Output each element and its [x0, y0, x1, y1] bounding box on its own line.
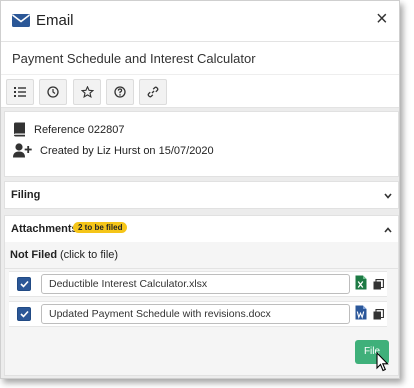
attachments-section-header[interactable]: Attachments 2 to be filed	[4, 215, 399, 243]
created-row: Created by Liz Hurst on 15/07/2020	[13, 143, 214, 158]
link-button[interactable]	[139, 79, 167, 105]
email-subject: Payment Schedule and Interest Calculator	[1, 42, 399, 74]
chevron-up-icon	[384, 224, 392, 236]
attachment-row: Deductible Interest Calculator.xlsx	[9, 271, 387, 297]
attachment-name[interactable]: Updated Payment Schedule with revisions.…	[41, 304, 350, 324]
list-icon	[14, 87, 26, 97]
attachment-checkbox[interactable]	[17, 277, 31, 291]
link-icon	[147, 86, 159, 98]
not-filed-hint: (click to file)	[60, 249, 119, 261]
list-button[interactable]	[6, 79, 34, 105]
copy-icon[interactable]	[373, 307, 384, 325]
favourite-button[interactable]	[73, 79, 101, 105]
star-icon	[80, 86, 94, 98]
attachment-row: Updated Payment Schedule with revisions.…	[9, 301, 387, 327]
checkmark-icon	[19, 280, 29, 288]
attachment-checkbox[interactable]	[17, 307, 31, 321]
mouse-pointer-icon	[376, 351, 389, 377]
clock-icon	[47, 86, 59, 98]
attachments-body: Not Filed (click to file) Deductible Int…	[4, 242, 399, 376]
to-be-filed-badge: 2 to be filed	[73, 222, 128, 233]
excel-file-icon	[355, 275, 367, 295]
not-filed-header[interactable]: Not Filed (click to file)	[5, 242, 398, 269]
close-button[interactable]: ×	[376, 9, 388, 29]
book-icon	[14, 122, 25, 137]
reference-row: Reference 022807	[13, 122, 125, 137]
email-panel: Email × Payment Schedule and Interest Ca…	[0, 0, 400, 379]
panel-title: Email	[36, 12, 74, 29]
subject-text: Payment Schedule and Interest Calculator	[12, 51, 256, 66]
details-card: Reference 022807 Created by Liz Hurst on…	[4, 111, 399, 177]
chevron-down-icon	[384, 190, 392, 202]
created-text: Created by Liz Hurst on 15/07/2020	[40, 144, 214, 157]
filing-section-header[interactable]: Filing	[4, 181, 399, 209]
filing-label: Filing	[11, 189, 41, 201]
panel-header: Email ×	[1, 1, 399, 42]
history-button[interactable]	[39, 79, 67, 105]
copy-icon[interactable]	[373, 277, 384, 295]
attachment-name[interactable]: Deductible Interest Calculator.xlsx	[41, 274, 350, 294]
not-filed-label: Not Filed	[10, 249, 58, 261]
help-button[interactable]	[106, 79, 134, 105]
attachments-label: Attachments	[11, 223, 78, 235]
help-icon	[114, 86, 126, 98]
reference-text: Reference 022807	[34, 123, 125, 136]
word-file-icon	[355, 305, 367, 325]
toolbar	[1, 74, 399, 108]
envelope-icon	[12, 14, 30, 32]
user-add-icon	[13, 143, 32, 158]
checkmark-icon	[19, 310, 29, 318]
